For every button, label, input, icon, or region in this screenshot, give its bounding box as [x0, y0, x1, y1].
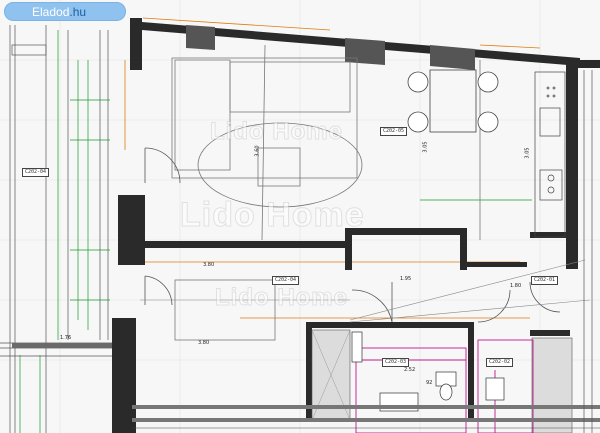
room-label: C202-01 — [531, 276, 559, 285]
dimension-text: 3.80 — [203, 262, 215, 268]
dimension-text: 3.05 — [422, 141, 429, 153]
room-label: C202-04 — [272, 276, 300, 285]
dimension-text: 1.76 — [60, 335, 72, 341]
dimension-text: 3.80 — [198, 340, 210, 346]
watermark-2: Lido Home — [180, 196, 365, 235]
dimension-text: 1.95 — [400, 276, 412, 282]
floor-plan-viewer: Lido Home Lido Home Lido Home C202-05 C2… — [0, 0, 600, 433]
dimension-text: 3.60 — [254, 145, 261, 157]
dimension-text: 3.05 — [524, 147, 531, 159]
site-name-part1: Eladod — [32, 4, 70, 19]
room-label: C202-05 — [380, 127, 408, 136]
watermark-1: Lido Home — [210, 118, 343, 146]
site-logo-badge[interactable]: Eladod .hu — [4, 2, 126, 21]
dimension-text: 1.80 — [510, 283, 522, 289]
dimension-text: 2.52 — [404, 367, 416, 373]
room-label: C202-02 — [486, 358, 514, 367]
dimension-text: 92 — [426, 380, 433, 386]
room-label: C202-03 — [382, 358, 410, 367]
room-label: C202-04 — [22, 168, 50, 177]
watermark-3: Lido Home — [215, 284, 348, 312]
site-name-part2: .hu — [69, 4, 87, 19]
